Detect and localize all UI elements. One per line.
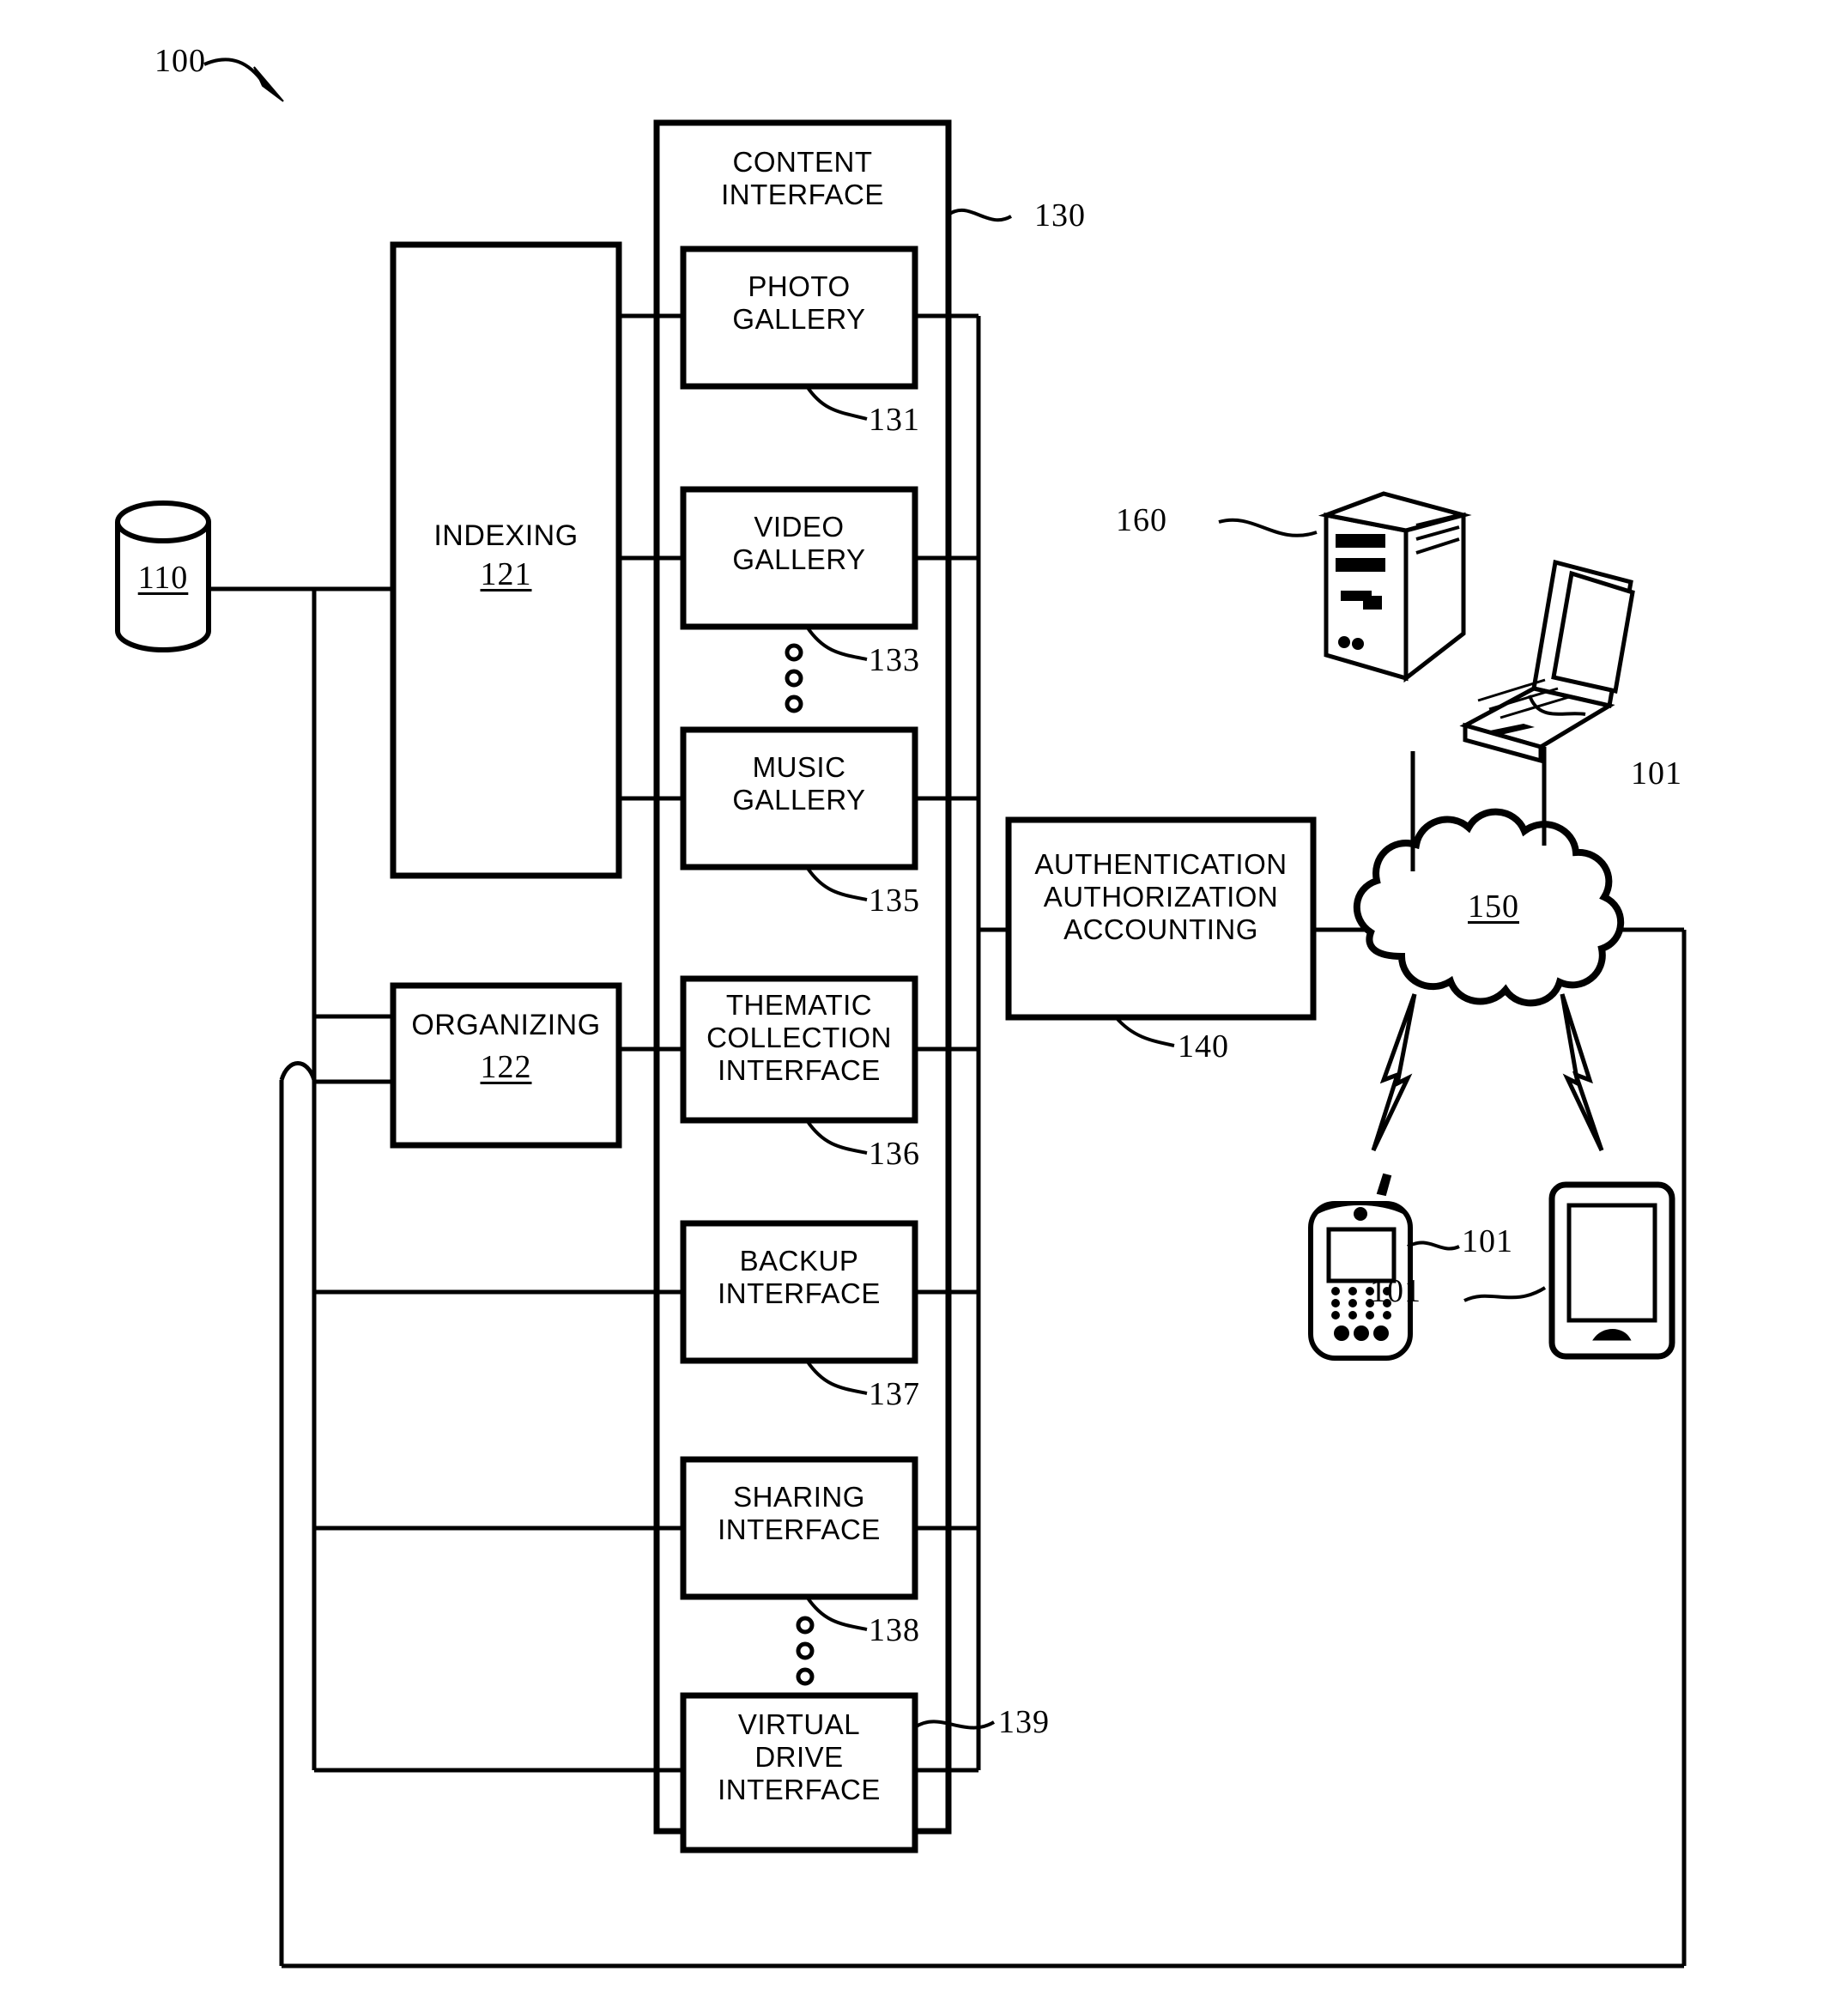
thematic-collection-line1: THEMATIC [725,989,873,1021]
ref-131-leader [805,385,868,421]
indexing-ref: 121 [480,556,532,592]
backup-interface-line2: INTERFACE [718,1277,881,1309]
laptop-ref: 101 [1631,755,1682,792]
video-gallery-ref: 133 [869,642,920,678]
aaa-line2: AUTHORIZATION [1043,881,1279,913]
photo-gallery-line1: PHOTO [748,270,851,302]
ref-101-tablet-leader [1463,1286,1547,1302]
video-gallery-line1: VIDEO [754,511,845,543]
thematic-collection-line2: COLLECTION [706,1022,892,1053]
laptop-device [1459,559,1635,764]
music-gallery-line2: GALLERY [732,784,866,816]
diagram-lines [115,58,1687,1969]
virtual-drive-ref: 139 [998,1704,1050,1740]
ellipsis-after-video [785,643,803,713]
patent-figure: 100 110 INDEXING 121 ORGANIZING 122 CONT… [0,0,1848,2014]
music-gallery-ref: 135 [869,883,920,919]
content-interface-title-line2: INTERFACE [721,179,884,210]
mobile-phone-device [1308,1173,1413,1361]
server-tower [1318,491,1472,683]
thematic-collection-ref: 136 [869,1136,920,1172]
photo-gallery-line2: GALLERY [732,303,866,335]
ref-101-phone-leader [1407,1241,1460,1251]
ref-133-leader [805,625,868,661]
tablet-device [1548,1181,1675,1360]
content-interface-title-line1: CONTENT [732,146,873,178]
sharing-interface-line2: INTERFACE [718,1514,881,1545]
sharing-interface-ref: 138 [869,1612,920,1648]
content-interface-ref: 130 [1034,197,1086,234]
aaa-ref: 140 [1178,1028,1229,1065]
ref-137-leader [805,1359,868,1395]
indexing-title: INDEXING [433,519,579,552]
sharing-interface-line1: SHARING [733,1481,865,1513]
figure-arrowhead [253,66,284,102]
music-gallery-line1: MUSIC [752,751,846,783]
aaa-line3: ACCOUNTING [1063,913,1258,945]
virtual-drive-line3: INTERFACE [718,1774,881,1805]
ref-130-leader [947,208,1012,222]
aaa-line1: AUTHENTICATION [1034,848,1288,880]
organizing-ref: 122 [480,1049,532,1085]
backup-interface-line1: BACKUP [739,1245,859,1277]
tablet-ref: 101 [1370,1273,1421,1309]
phone-ref: 101 [1462,1223,1513,1259]
photo-gallery-ref: 131 [869,402,920,438]
video-gallery-line2: GALLERY [732,543,866,575]
ref-139-leader [913,1720,996,1730]
ref-160-leader [1218,518,1318,537]
ref-140-leader [1114,1016,1175,1047]
organizing-title: ORGANIZING [411,1009,601,1041]
figure-number: 100 [155,43,206,79]
ref-135-leader [805,865,868,901]
backup-interface-ref: 137 [869,1376,920,1412]
virtual-drive-line1: VIRTUAL [737,1708,861,1740]
server-ref: 160 [1116,502,1167,538]
virtual-drive-line2: DRIVE [754,1741,844,1773]
ellipsis-after-sharing [796,1616,815,1686]
ref-138-leader [805,1595,868,1631]
ref-136-leader [805,1119,868,1155]
thematic-collection-line3: INTERFACE [718,1054,881,1086]
database-label: 110 [137,560,189,596]
cloud-label: 150 [1468,889,1519,925]
